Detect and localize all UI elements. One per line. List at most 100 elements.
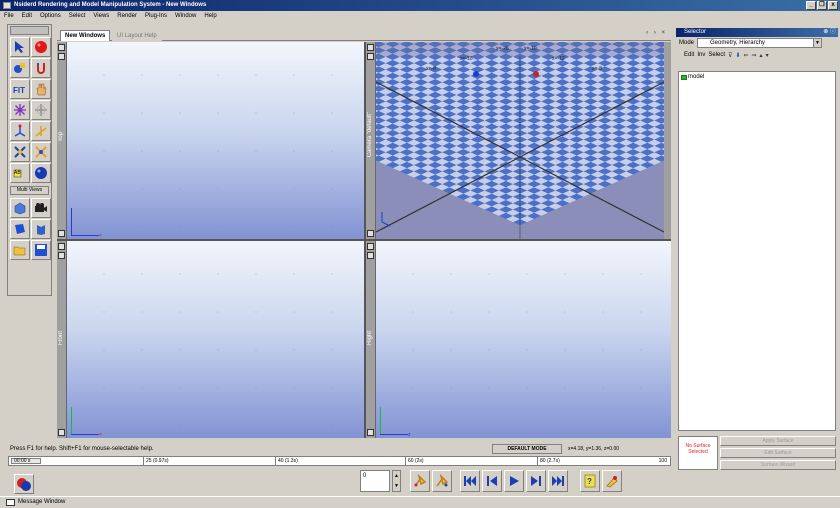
menu-select[interactable]: Select [68, 11, 87, 21]
menu-views[interactable]: Views [92, 11, 110, 21]
selector-edit-button[interactable]: Edit [684, 52, 694, 58]
timeline[interactable]: 00:00 s 25 (0.97s) 40 (1.3s) 60 (2s) 80 … [8, 456, 671, 466]
front-viewport[interactable]: Front × [57, 241, 364, 438]
viewport-maximize-button[interactable] [367, 252, 374, 259]
edit-surface-button[interactable]: Edit Surface [720, 448, 836, 458]
perspective-canvas[interactable]: x=-16 x=-28 x=-10 x=-8 x=-12 x=-8 [376, 42, 664, 239]
record-button[interactable]: ? [580, 470, 600, 492]
move-button[interactable] [31, 121, 51, 141]
axis-star-button[interactable] [10, 100, 30, 120]
viewport-menu-button[interactable] [58, 44, 65, 51]
mode-select[interactable]: Geometry, Hierarchy ▼ [697, 38, 823, 48]
menu-plugins[interactable]: Plug-Ins [144, 11, 168, 21]
red-sphere-button[interactable] [31, 37, 51, 57]
x-axis-marker: × [99, 233, 102, 239]
viewport-label: Front [58, 331, 64, 346]
light-button[interactable]: AB [10, 163, 30, 183]
arrow-right-icon[interactable]: ⇒ [752, 52, 757, 59]
right-viewport[interactable]: Right z [366, 241, 671, 438]
menu-edit[interactable]: Edit [21, 11, 33, 21]
camera-viewport[interactable]: Camera "default" x=-16 x=-28 x=-10 x=-8 … [366, 42, 671, 239]
rotate-button[interactable] [31, 100, 51, 120]
flag-button[interactable] [10, 219, 30, 239]
object-button[interactable] [10, 142, 30, 162]
menu-options[interactable]: Options [39, 11, 62, 21]
select-arrow-button[interactable] [10, 37, 30, 57]
close-button[interactable]: x [828, 1, 838, 10]
go-to-end-button[interactable] [548, 470, 568, 492]
apply-surface-button[interactable]: Apply Surface [720, 436, 836, 446]
blue-object[interactable] [473, 71, 479, 77]
maximize-button[interactable]: ❐ [817, 1, 827, 10]
minimize-button[interactable]: _ [806, 1, 816, 10]
step-back-button[interactable] [482, 470, 502, 492]
book-button[interactable] [31, 219, 51, 239]
y-axis [380, 407, 381, 435]
cube-button[interactable] [10, 198, 30, 218]
viewport-scroll-button[interactable] [367, 230, 374, 237]
magnet-button[interactable] [31, 58, 51, 78]
camera-button[interactable] [31, 198, 51, 218]
fit-button[interactable]: FIT [10, 79, 30, 99]
top-viewport[interactable]: Top × [57, 42, 364, 239]
go-to-start-button[interactable] [460, 470, 480, 492]
hand-button[interactable] [31, 79, 51, 99]
viewport-menu-button[interactable] [367, 44, 374, 51]
selector-panel: Selector ⊗ ⓘ Mode Geometry, Hierarchy ▼ … [676, 28, 838, 494]
viewport-canvas[interactable]: × [67, 42, 364, 239]
folder-icon [681, 74, 687, 80]
viewport-canvas[interactable]: × [67, 241, 364, 438]
status-bar: Press F1 for help. Shift+F1 for mouse-se… [8, 444, 671, 454]
tab-new-windows[interactable]: New Windows [60, 30, 111, 41]
fit-icon: FIT [13, 86, 25, 95]
red-object[interactable] [533, 71, 539, 77]
viewport-maximize-button[interactable] [367, 53, 374, 60]
surface-wizard-button[interactable]: Surface Wizard [720, 460, 836, 470]
collapse-icon[interactable]: ▴ [760, 52, 763, 59]
frame-spinner[interactable]: ▲ ▼ [392, 470, 401, 492]
menu-file[interactable]: File [3, 11, 15, 21]
settings-button[interactable] [602, 470, 622, 492]
expand-icon[interactable]: ▾ [766, 52, 769, 59]
paint-button[interactable] [10, 58, 30, 78]
cross-button[interactable] [31, 142, 51, 162]
viewport-scroll-button[interactable] [367, 429, 374, 436]
viewport-sidebar: Right [366, 241, 376, 438]
selector-close-icon[interactable]: ⊗ ⓘ [823, 28, 836, 37]
frame-input[interactable]: 0 [360, 470, 390, 492]
viewport-scroll-button[interactable] [58, 429, 65, 436]
move-icon [35, 126, 47, 137]
viewport-scroll-button[interactable] [58, 230, 65, 237]
tab-ui-layout-help[interactable]: UI Layout Help [112, 30, 162, 41]
selector-select-button[interactable]: Select [708, 52, 725, 58]
viewport-maximize-button[interactable] [58, 252, 65, 259]
key-set-button[interactable] [410, 470, 430, 492]
blue-sphere-button[interactable] [31, 163, 51, 183]
open-folder-button[interactable] [10, 240, 30, 260]
window-title: Nsiderd Rendering and Model Manipulation… [14, 2, 207, 8]
selector-invert-button[interactable]: Inv [697, 52, 705, 58]
axis-star-icon [14, 104, 26, 116]
tab-controls[interactable]: ‹ › × [646, 30, 667, 36]
arrow-down-icon[interactable]: ⬇ [735, 52, 740, 59]
scale-button[interactable] [10, 121, 30, 141]
viewport-menu-button[interactable] [58, 243, 65, 250]
viewport-canvas[interactable]: z [376, 241, 671, 438]
filter-icon[interactable]: ⊽ [728, 52, 732, 59]
viewport-menu-button[interactable] [367, 243, 374, 250]
message-window[interactable]: Message Window [0, 496, 840, 508]
play-button[interactable] [504, 470, 524, 492]
selector-tree[interactable]: model [678, 71, 836, 431]
menu-render[interactable]: Render [116, 11, 138, 21]
key-delete-button[interactable] [432, 470, 452, 492]
status-coords: x=4.18, y=1.36, z=0.00 [568, 446, 620, 452]
viewport-maximize-button[interactable] [58, 53, 65, 60]
menu-window[interactable]: Window [174, 11, 197, 21]
tree-node-model[interactable]: model [681, 74, 704, 80]
menu-help[interactable]: Help [203, 11, 217, 21]
timeline-start[interactable]: 00:00 s [11, 458, 41, 464]
y-axis [71, 208, 72, 236]
arrow-left-icon[interactable]: ⇐ [743, 52, 748, 59]
step-forward-button[interactable] [526, 470, 546, 492]
save-button[interactable] [31, 240, 51, 260]
